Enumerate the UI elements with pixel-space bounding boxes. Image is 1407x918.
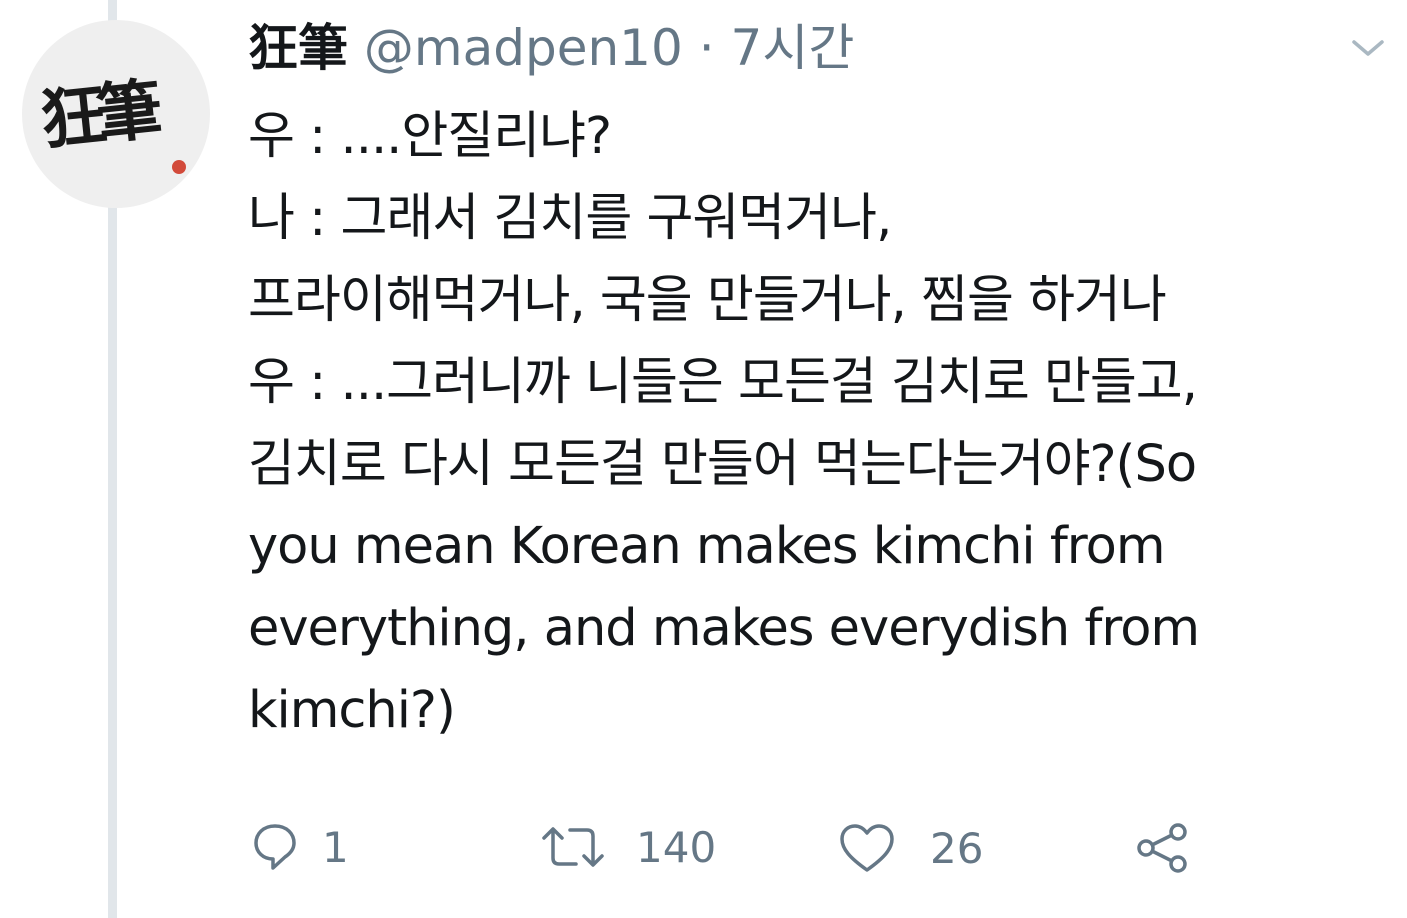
tweet-actions: 1 140 26 xyxy=(0,822,1407,886)
avatar[interactable]: 狂筆 xyxy=(22,20,210,208)
share-button[interactable] xyxy=(1134,822,1192,874)
tweet-line: 프라이해먹거나, 국을 만들거나, 찜을 하거나 xyxy=(248,271,1167,330)
tweet-line: kimchi?) xyxy=(248,681,456,740)
retweet-button[interactable]: 140 xyxy=(540,822,716,872)
chevron-down-icon[interactable] xyxy=(1350,36,1386,60)
heart-icon xyxy=(840,824,894,872)
tweet-line: everything, and makes everydish from xyxy=(248,599,1200,658)
reply-icon xyxy=(254,824,296,870)
avatar-calligraphy: 狂筆 xyxy=(36,70,157,160)
reply-count: 1 xyxy=(322,822,349,872)
display-name[interactable]: 狂筆 xyxy=(248,19,348,77)
tweet-line: 나 : 그래서 김치를 구워먹거나, xyxy=(248,189,892,248)
tweet-line: 김치로 다시 모든걸 만들어 먹는다는거야?(So xyxy=(248,435,1197,494)
share-icon xyxy=(1137,823,1187,873)
tweet-line: 우 : ...그러니까 니들은 모든걸 김치로 만들고, xyxy=(248,353,1198,412)
like-count: 26 xyxy=(930,823,984,873)
reply-button[interactable]: 1 xyxy=(252,822,349,872)
retweet-count: 140 xyxy=(636,822,717,872)
like-button[interactable]: 26 xyxy=(838,822,983,874)
tweet-text: 우 : ....안질리냐? 나 : 그래서 김치를 구워먹거나, 프라이해먹거나… xyxy=(248,96,1398,752)
thread-line-top xyxy=(108,0,117,22)
thread-line xyxy=(108,200,117,918)
tweet-timestamp[interactable]: 7시간 xyxy=(731,19,855,77)
retweet-icon xyxy=(542,827,604,867)
user-handle[interactable]: @madpen10 xyxy=(364,19,683,77)
tweet-line: 우 : ....안질리냐? xyxy=(248,107,612,166)
header-separator: · xyxy=(698,19,715,77)
tweet-line: you mean Korean makes kimchi from xyxy=(248,517,1166,576)
avatar-seal-dot xyxy=(172,160,186,174)
tweet-header: 狂筆 @madpen10 · 7시간 xyxy=(248,18,854,78)
